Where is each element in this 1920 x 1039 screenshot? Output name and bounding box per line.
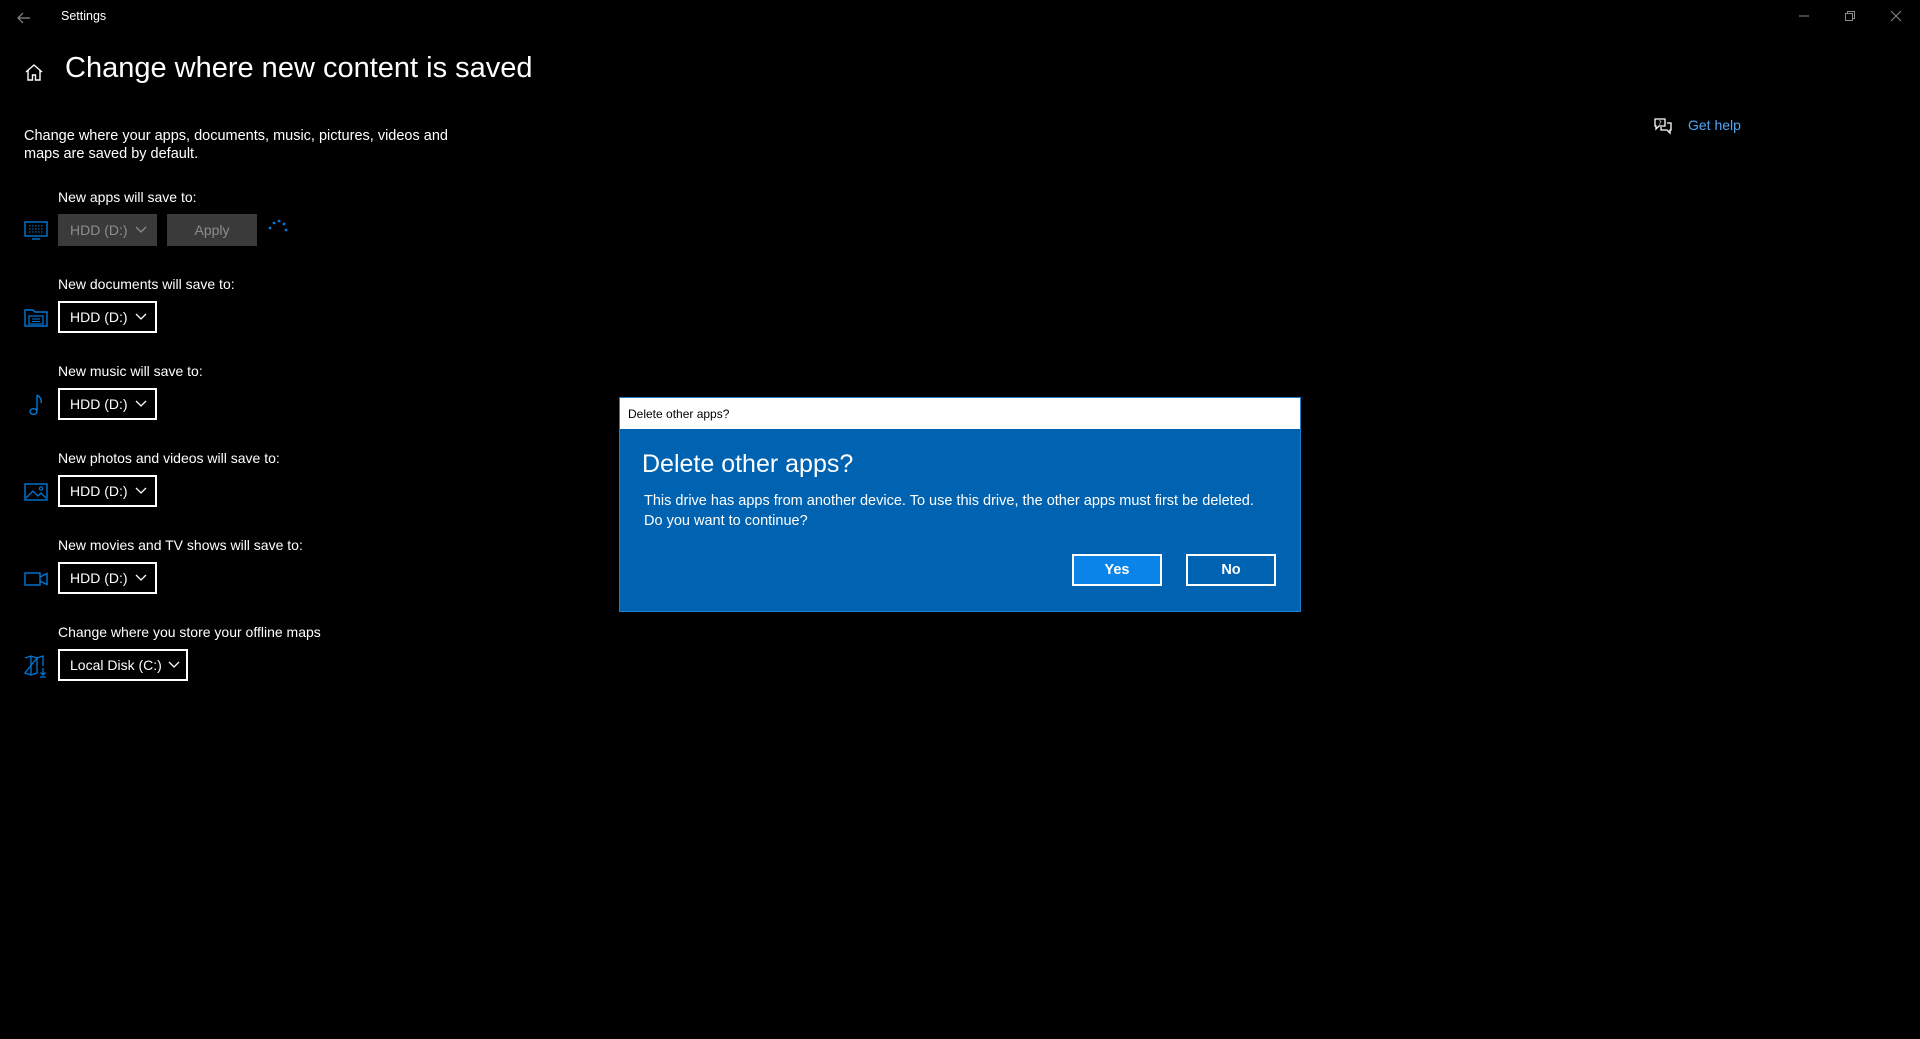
- apply-button[interactable]: Apply: [167, 214, 257, 246]
- photos-drive-value: HDD (D:): [70, 483, 128, 499]
- restore-button[interactable]: [1832, 4, 1868, 28]
- chevron-down-icon: [128, 390, 155, 418]
- photo-icon: [24, 483, 48, 501]
- close-button[interactable]: [1878, 4, 1914, 28]
- documents-drive-dropdown[interactable]: HDD (D:): [58, 301, 157, 333]
- page-title: Change where new content is saved: [65, 52, 533, 84]
- apps-save-label: New apps will save to:: [58, 189, 197, 205]
- documents-save-label: New documents will save to:: [58, 276, 235, 292]
- movies-drive-value: HDD (D:): [70, 570, 128, 586]
- maps-drive-value: Local Disk (C:): [70, 657, 162, 673]
- photos-drive-dropdown[interactable]: HDD (D:): [58, 475, 157, 507]
- photos-save-label: New photos and videos will save to:: [58, 450, 280, 466]
- yes-button[interactable]: Yes: [1072, 554, 1162, 586]
- chevron-down-icon: [128, 564, 155, 592]
- close-icon: [1890, 10, 1902, 22]
- music-drive-value: HDD (D:): [70, 396, 128, 412]
- dialog-title-bar: Delete other apps?: [620, 398, 1300, 429]
- music-drive-dropdown[interactable]: HDD (D:): [58, 388, 157, 420]
- folder-documents-icon: [24, 309, 48, 327]
- get-help-link[interactable]: Get help: [1688, 117, 1741, 133]
- dialog-message: This drive has apps from another device.…: [644, 493, 1254, 529]
- no-button[interactable]: No: [1186, 554, 1276, 586]
- settings-window: Settings Change where new content is sav…: [0, 0, 1920, 1039]
- maps-drive-dropdown[interactable]: Local Disk (C:): [58, 649, 188, 681]
- chevron-down-icon: [128, 477, 155, 505]
- title-bar: Settings: [0, 0, 1920, 40]
- documents-drive-value: HDD (D:): [70, 309, 128, 325]
- monitor-icon: [24, 221, 48, 240]
- restore-icon: [1845, 11, 1855, 21]
- minimize-icon: [1799, 15, 1809, 17]
- loading-spinner-icon: [268, 219, 288, 232]
- page-description: Change where your apps, documents, music…: [24, 128, 448, 162]
- delete-apps-dialog: Delete other apps? Delete other apps? Th…: [620, 398, 1300, 611]
- chat-help-icon[interactable]: ?: [1653, 116, 1673, 136]
- apps-drive-dropdown[interactable]: HDD (D:): [58, 214, 157, 246]
- home-icon[interactable]: [23, 62, 45, 84]
- movies-drive-dropdown[interactable]: HDD (D:): [58, 562, 157, 594]
- video-camera-icon: [24, 572, 48, 586]
- app-title: Settings: [61, 9, 107, 23]
- map-download-icon: [23, 655, 46, 678]
- chevron-down-icon: [128, 303, 155, 331]
- back-button[interactable]: [12, 6, 36, 30]
- music-note-icon: [29, 394, 42, 416]
- dialog-heading: Delete other apps?: [642, 450, 854, 478]
- maps-save-label: Change where you store your offline maps: [58, 624, 321, 640]
- movies-save-label: New movies and TV shows will save to:: [58, 537, 303, 553]
- back-arrow-icon: [17, 12, 30, 24]
- chevron-down-icon: [128, 216, 155, 244]
- apps-drive-value: HDD (D:): [70, 222, 128, 238]
- chevron-down-icon: [162, 651, 186, 679]
- minimize-button[interactable]: [1786, 4, 1822, 28]
- svg-text:?: ?: [1658, 120, 1661, 127]
- music-save-label: New music will save to:: [58, 363, 203, 379]
